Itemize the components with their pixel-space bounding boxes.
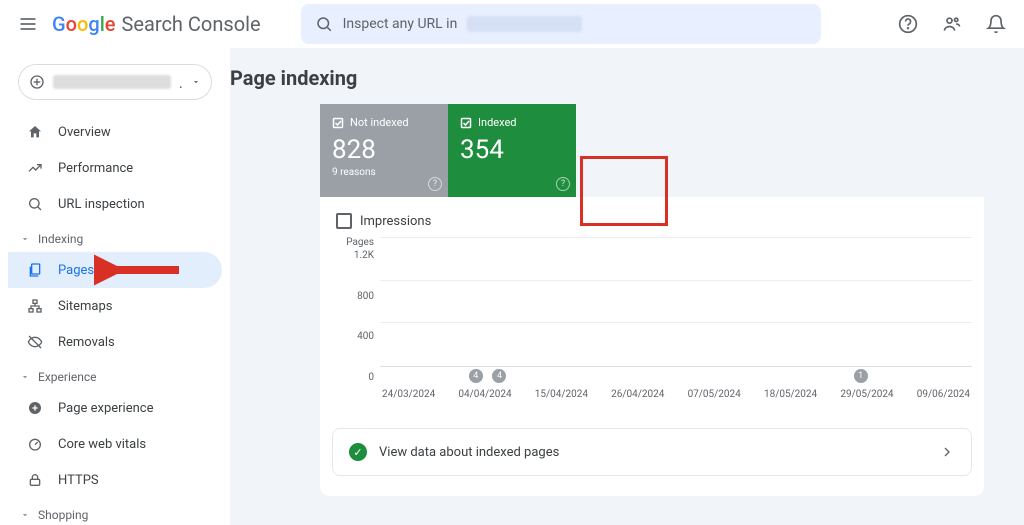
sidebar-section-shopping[interactable]: Shopping (8, 498, 222, 525)
sidebar-item-label: Performance (58, 161, 133, 176)
property-icon (29, 74, 45, 90)
status-label: Indexed (478, 116, 517, 129)
google-search-console-logo[interactable]: Google Search Console (52, 12, 261, 36)
status-value: 354 (460, 135, 564, 165)
sidebar-section-label: Shopping (38, 508, 88, 522)
redacted-domain (467, 16, 582, 32)
status-label: Not indexed (350, 116, 409, 129)
chart-y-axis: Pages 1.2K8004000 (332, 237, 380, 383)
plus-circle-icon (26, 399, 44, 417)
users-icon[interactable] (940, 12, 964, 36)
chevron-down-icon (20, 372, 30, 382)
sidebar-item-core-web-vitals[interactable]: Core web vitals (8, 426, 222, 462)
status-card-not-indexed[interactable]: Not indexed 828 9 reasons ? (320, 104, 448, 197)
help-icon[interactable]: ? (428, 177, 442, 191)
chevron-down-icon (20, 234, 30, 244)
status-card-indexed[interactable]: Indexed 354 ? (448, 104, 576, 197)
checkbox-icon[interactable] (336, 213, 352, 229)
check-circle-icon: ✓ (349, 443, 367, 461)
help-icon[interactable] (896, 12, 920, 36)
impressions-label: Impressions (360, 214, 431, 229)
cta-label: View data about indexed pages (379, 445, 927, 460)
sidebar-section-experience[interactable]: Experience (8, 360, 222, 390)
checkbox-checked-icon (460, 117, 472, 129)
chevron-right-icon (939, 444, 955, 460)
pages-icon (26, 261, 44, 279)
chevron-down-icon (20, 510, 30, 520)
notifications-icon[interactable] (984, 12, 1008, 36)
page-title: Page indexing (230, 48, 1024, 104)
status-subtext: 9 reasons (332, 167, 436, 178)
url-inspect-input[interactable]: Inspect any URL in (301, 4, 821, 44)
search-icon (315, 15, 333, 33)
sidebar-item-removals[interactable]: Removals (8, 324, 222, 360)
sidebar-section-indexing[interactable]: Indexing (8, 222, 222, 252)
sidebar-item-performance[interactable]: Performance (8, 150, 222, 186)
sidebar-item-overview[interactable]: Overview (8, 114, 222, 150)
status-value: 828 (332, 135, 436, 165)
sitemap-icon (26, 297, 44, 315)
lock-icon (26, 471, 44, 489)
help-icon[interactable]: ? (556, 177, 570, 191)
indexing-chart: Pages 1.2K8004000 441 (332, 237, 972, 383)
trend-icon (26, 159, 44, 177)
sidebar-item-url-inspection[interactable]: URL inspection (8, 186, 222, 222)
redacted-property (53, 75, 171, 89)
impressions-toggle[interactable]: Impressions (332, 209, 972, 237)
status-summary-row: Not indexed 828 9 reasons ? Indexed 354 … (320, 104, 984, 197)
home-icon (26, 123, 44, 141)
top-bar: Google Search Console Inspect any URL in (0, 0, 1024, 48)
property-selector[interactable]: . (18, 64, 212, 100)
sidebar-item-pages[interactable]: Pages (8, 252, 222, 288)
sidebar-item-label: Core web vitals (58, 437, 146, 452)
speed-icon (26, 435, 44, 453)
sidebar-item-label: Page experience (58, 401, 154, 416)
search-icon (26, 195, 44, 213)
sidebar-item-page-experience[interactable]: Page experience (8, 390, 222, 426)
sidebar-section-label: Experience (38, 370, 97, 384)
sidebar-item-label: Overview (58, 125, 111, 140)
sidebar-item-label: HTTPS (58, 473, 99, 488)
sidebar: . Overview Performance URL inspection In… (0, 48, 230, 525)
sidebar-item-label: Sitemaps (58, 299, 113, 314)
hamburger-menu-icon[interactable] (16, 12, 40, 36)
sidebar-item-sitemaps[interactable]: Sitemaps (8, 288, 222, 324)
chart-x-axis: 24/03/202404/04/202415/04/202426/04/2024… (380, 389, 972, 400)
sidebar-section-label: Indexing (38, 232, 83, 246)
search-placeholder-text: Inspect any URL in (343, 16, 458, 32)
view-indexed-pages-link[interactable]: ✓ View data about indexed pages (332, 428, 972, 476)
checkbox-checked-icon (332, 117, 344, 129)
main-content: Page indexing Not indexed 828 9 reasons … (230, 48, 1024, 525)
sidebar-item-label: URL inspection (58, 197, 145, 212)
sidebar-item-label: Pages (58, 263, 94, 278)
sidebar-item-https[interactable]: HTTPS (8, 462, 222, 498)
hide-icon (26, 333, 44, 351)
sidebar-item-label: Removals (58, 335, 115, 350)
chevron-down-icon (191, 77, 201, 87)
